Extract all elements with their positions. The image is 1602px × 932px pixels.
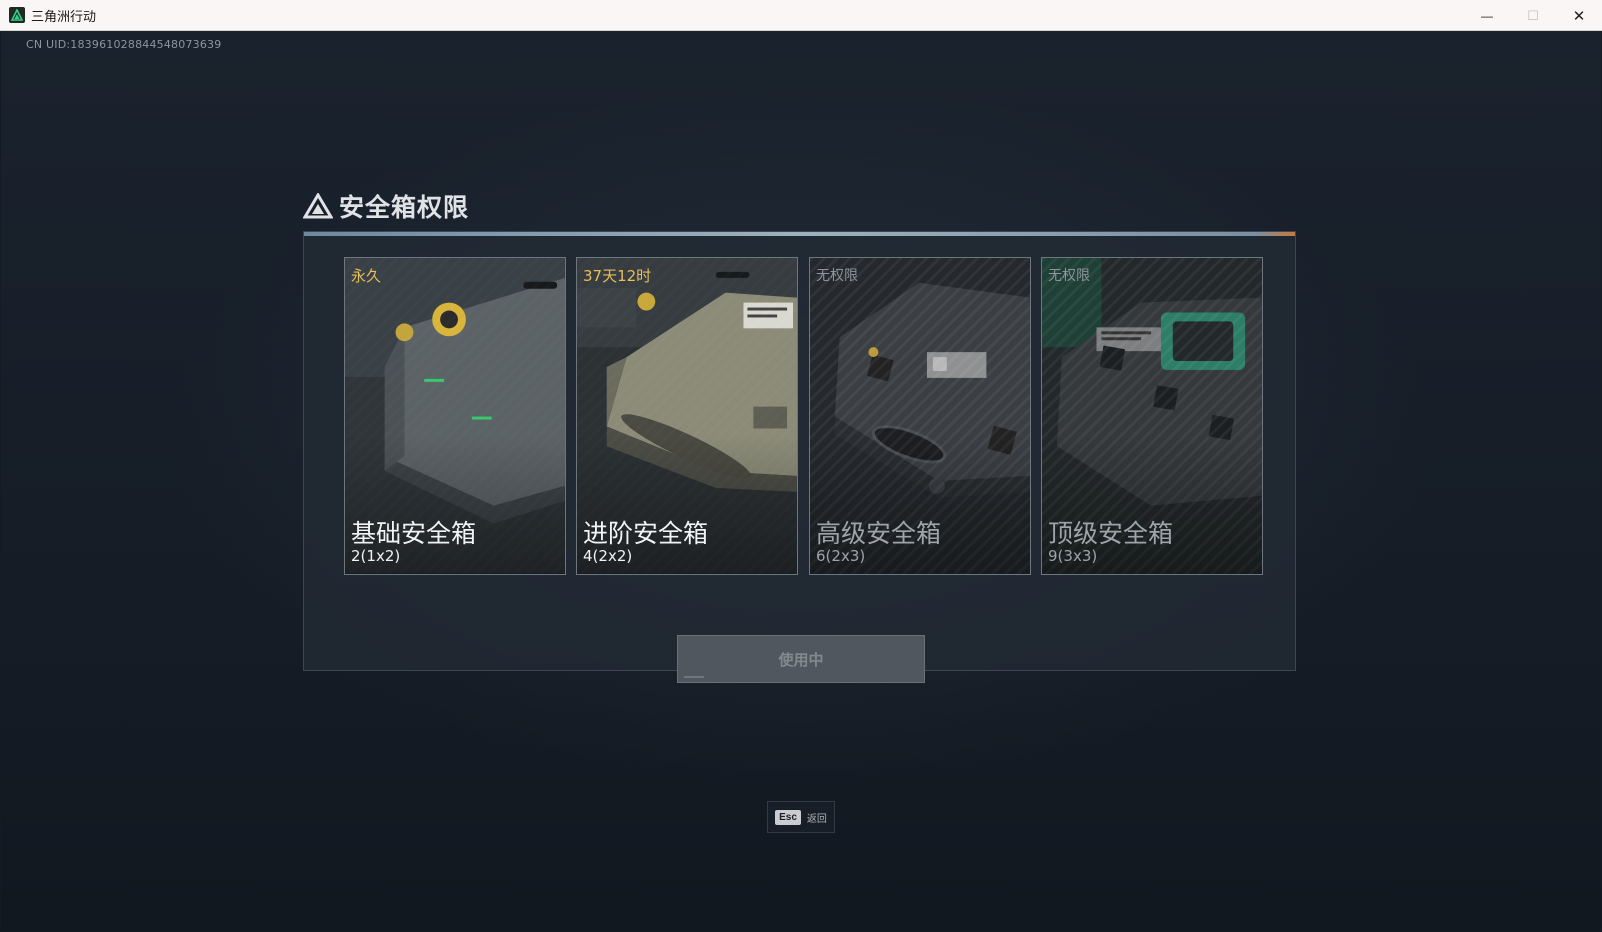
- card-status-label: 无权限: [816, 268, 858, 284]
- minimize-button[interactable]: —: [1464, 0, 1510, 31]
- card-name: 顶级安全箱: [1048, 519, 1174, 548]
- card-status-label: 37天12时: [583, 267, 652, 285]
- delta-logo-icon: [303, 193, 333, 219]
- window-title: 三角洲行动: [31, 8, 97, 24]
- minimize-icon: —: [1481, 8, 1493, 23]
- card-name: 基础安全箱: [351, 519, 477, 548]
- esc-key-badge: Esc: [775, 809, 801, 825]
- card-capacity: 9(3x3): [1048, 547, 1098, 565]
- card-capacity: 6(2x3): [816, 547, 866, 565]
- in-use-button[interactable]: 使用中: [677, 635, 925, 683]
- close-icon: ✕: [1572, 7, 1586, 25]
- esc-back-label: 返回: [806, 813, 827, 825]
- maximize-icon: ☐: [1527, 7, 1539, 23]
- in-use-button-label: 使用中: [778, 650, 824, 669]
- close-button[interactable]: ✕: [1556, 0, 1602, 31]
- card-status-label: 永久: [351, 267, 382, 285]
- page-title: 安全箱权限: [339, 194, 470, 222]
- safebox-card-top[interactable]: 无权限 顶级安全箱 9(3x3): [1041, 257, 1263, 575]
- window-titlebar: 三角洲行动 — ☐ ✕: [0, 0, 1602, 31]
- card-status-label: 无权限: [1048, 268, 1090, 284]
- uid-label: CN UID:183961028844548073639: [26, 38, 222, 51]
- panel-accent-line: [304, 232, 1295, 236]
- button-corner-mark: [684, 676, 704, 678]
- card-name: 高级安全箱: [816, 519, 942, 548]
- panel-header: 安全箱权限: [303, 188, 469, 224]
- safebox-card-advanced[interactable]: 37天12时 进阶安全箱 4(2x2): [576, 257, 798, 575]
- esc-back-hint[interactable]: Esc 返回: [767, 801, 835, 833]
- app-logo-icon: [9, 7, 25, 23]
- card-capacity: 4(2x2): [583, 547, 633, 565]
- safebox-card-basic[interactable]: 永久 基础安全箱 2(1x2): [344, 257, 566, 575]
- card-name: 进阶安全箱: [583, 519, 709, 548]
- safebox-card-senior[interactable]: 无权限 高级安全箱 6(2x3): [809, 257, 1031, 575]
- card-capacity: 2(1x2): [351, 547, 401, 565]
- maximize-button: ☐: [1510, 0, 1556, 31]
